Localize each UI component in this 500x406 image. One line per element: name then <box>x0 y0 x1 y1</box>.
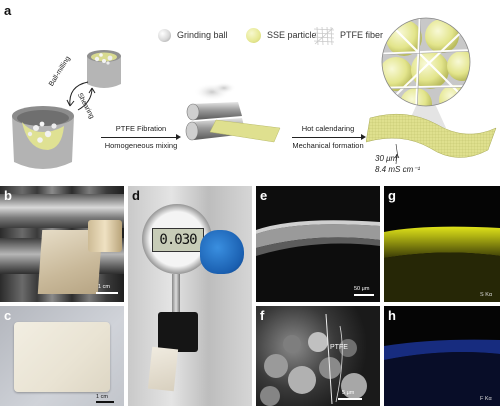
panel-g-eds-sulfur: S Kα g <box>384 186 500 302</box>
legend-label-grinding-ball: Grinding ball <box>177 30 228 40</box>
panel-label-b: b <box>4 188 12 203</box>
sulfur-map <box>384 226 500 302</box>
panel-label-g: g <box>388 188 396 203</box>
film-thickness-label: 30 μm <box>375 154 398 163</box>
scalebar-e <box>354 294 374 296</box>
gauge-clamp <box>158 312 198 352</box>
scalebar-b <box>96 292 118 294</box>
panel-h-eds-fluorine: F Kα h <box>384 306 500 406</box>
sulfur-element-label: S Kα <box>480 292 493 298</box>
scalebar-f <box>338 398 362 400</box>
grinding-ball-icon <box>158 29 171 42</box>
particle-texture <box>260 313 367 406</box>
step1-bottom-label: Homogeneous mixing <box>104 141 178 150</box>
scalebar-e-label: 50 μm <box>354 286 370 292</box>
ptfe-annotation: PTFE <box>330 344 348 351</box>
panel-d-photo: 0.030 d <box>128 186 252 406</box>
panel-b-photo: 1 cm b <box>0 186 124 302</box>
step1-top-label: PTFE Fibration <box>115 124 167 133</box>
scalebar-f-label: 5 μm <box>342 390 355 396</box>
panel-c-photo: 1 cm c <box>0 306 124 406</box>
film-conductivity-label: 8.4 mS cm⁻¹ <box>375 165 421 174</box>
panel-a: a Grinding ball SSE particle PTFE fiber <box>0 0 500 182</box>
legend-label-sse-particle: SSE particle <box>267 30 317 40</box>
panel-label-d: d <box>132 188 140 203</box>
calender-rollers <box>185 82 281 143</box>
cross-section-layer <box>256 220 380 256</box>
gauge-display: 0.030 <box>152 228 204 252</box>
scalebar-c <box>96 401 114 403</box>
blue-glove <box>200 230 244 274</box>
step1-arrow <box>101 134 181 140</box>
step2-arrow <box>292 134 366 140</box>
step2-bottom-label: Mechanical formation <box>292 141 364 150</box>
film-roll <box>88 220 122 252</box>
panel-label-a: a <box>4 3 12 18</box>
sse-particle-icon <box>246 28 261 43</box>
scalebar-b-label: 1 cm <box>98 284 110 290</box>
fluorine-map <box>384 339 500 406</box>
ptfe-fiber-icon <box>313 26 335 46</box>
large-milling-jar <box>12 106 74 169</box>
step2-top-label: Hot calendaring <box>301 124 355 133</box>
panel-label-c: c <box>4 308 12 323</box>
panel-f-sem: PTFE 5 μm f <box>256 306 380 406</box>
scalebar-c-label: 1 cm <box>96 394 108 400</box>
fluorine-element-label: F Kα <box>480 396 492 402</box>
panel-label-f: f <box>260 308 265 323</box>
panel-e-sem: 50 μm e <box>256 186 380 302</box>
panel-label-e: e <box>260 188 268 203</box>
sse-membrane <box>14 322 110 392</box>
film-sample <box>147 346 179 392</box>
panel-label-h: h <box>388 308 396 323</box>
